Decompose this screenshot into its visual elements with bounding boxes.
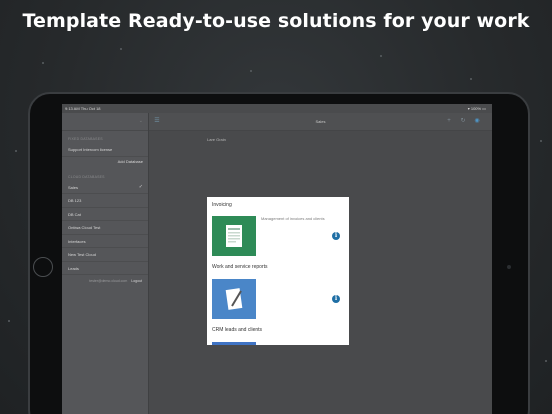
sidebar-item-label: Sales [68, 184, 79, 190]
background-star [15, 150, 17, 152]
main-toolbar: ☰ Sales + ↻ ◉ [149, 113, 492, 131]
background-star [8, 320, 10, 322]
report-icon [225, 288, 243, 310]
info-icon[interactable]: i [332, 295, 340, 303]
sidebar-item-leads[interactable]: Leads [62, 262, 148, 275]
report-template-thumbnail[interactable] [212, 279, 256, 319]
background-star [42, 62, 44, 64]
sidebar-item-dbcat[interactable]: DB Cat [62, 208, 148, 221]
plus-icon[interactable]: + [445, 117, 453, 125]
template-title: Work and service reports [212, 264, 268, 270]
template-title: CRM leads and clients [212, 327, 263, 333]
add-database-button[interactable]: Add Database [62, 157, 148, 167]
battery-icon: ▭ [482, 106, 486, 111]
camera-dot [507, 265, 511, 269]
status-bar: 9:13 AM Thu Oct 18 ▾ 100% ▭ [62, 104, 492, 113]
status-time-date: 9:13 AM Thu Oct 18 [65, 106, 101, 111]
sidebar-header: ⌄ [62, 113, 148, 131]
template-description: Management of invoices and clients [261, 216, 325, 221]
sidebar-section-fixed: FIXED DATABASES [68, 137, 103, 141]
invoice-icon [226, 225, 242, 247]
sidebar-footer: tester@demo.cloud.com Logout [62, 275, 148, 287]
sidebar-item-interfaces[interactable]: Interfaces [62, 235, 148, 248]
template-picker-modal: Invoicing Management of invoices and cli… [207, 197, 349, 345]
logout-button[interactable]: Logout [131, 279, 142, 283]
template-title: Invoicing [212, 202, 232, 208]
wifi-icon: ▾ [467, 106, 470, 111]
checkmark-icon: ✓ [138, 183, 143, 190]
background-star [470, 78, 472, 80]
invoice-template-thumbnail[interactable] [212, 216, 256, 256]
crm-template-thumbnail[interactable] [212, 342, 256, 345]
chevron-down-icon[interactable]: ⌄ [139, 118, 143, 124]
footer-user: tester@demo.cloud.com [89, 279, 128, 283]
main-label: Lare Grain [207, 137, 226, 142]
sidebar-section-cloud: CLOUD DATABASES [68, 174, 105, 179]
refresh-icon[interactable]: ↻ [459, 117, 467, 125]
sidebar: ⌄ FIXED DATABASES Support Intercom licen… [62, 113, 149, 414]
sidebar-item-support[interactable]: Support Intercom license [62, 143, 148, 157]
main-title: Sales [315, 119, 326, 124]
background-star [380, 55, 382, 57]
home-button[interactable] [33, 257, 53, 277]
status-battery: ▾ 100% ▭ [467, 106, 486, 111]
settings-icon[interactable]: ◉ [473, 117, 481, 125]
background-star [540, 140, 542, 142]
sidebar-item-sales[interactable]: Sales ✓ [62, 181, 148, 194]
sidebar-item-db123[interactable]: DB 123 [62, 194, 148, 208]
sidebar-item-new-test-cloud[interactable]: New Test Cloud [62, 248, 148, 262]
background-star [250, 70, 252, 72]
page-headline: Template Ready-to-use solutions for your… [22, 10, 530, 32]
info-icon[interactable]: i [332, 232, 340, 240]
background-star [120, 48, 122, 50]
background-star [545, 360, 547, 362]
sidebar-item-cloud-test[interactable]: Ontiwa Cloud Test [62, 221, 148, 235]
